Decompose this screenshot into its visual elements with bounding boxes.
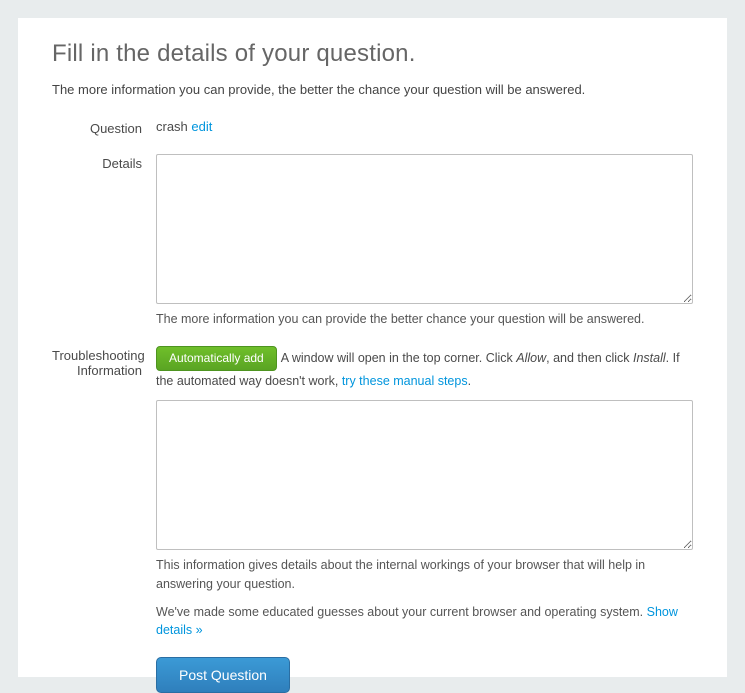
question-text: crash xyxy=(156,119,188,134)
page-title: Fill in the details of your question. xyxy=(52,40,693,68)
question-label: Question xyxy=(52,119,156,136)
install-emphasis: Install xyxy=(633,351,666,365)
page-subhead: The more information you can provide, th… xyxy=(52,82,693,97)
troubleshooting-instructions: Automatically addA window will open in t… xyxy=(156,346,693,392)
troubleshooting-label: Troubleshooting Information xyxy=(52,346,156,693)
question-row: Question crash edit xyxy=(52,119,693,136)
troubleshooting-hint-2: We've made some educated guesses about y… xyxy=(156,603,693,639)
edit-question-link[interactable]: edit xyxy=(191,119,212,134)
automatically-add-button[interactable]: Automatically add xyxy=(156,346,277,371)
form-card: Fill in the details of your question. Th… xyxy=(18,18,727,677)
troubleshooting-row: Troubleshooting Information Automaticall… xyxy=(52,346,693,693)
troubleshooting-textarea[interactable] xyxy=(156,400,693,550)
details-hint: The more information you can provide the… xyxy=(156,310,693,328)
manual-steps-link[interactable]: try these manual steps xyxy=(342,374,468,388)
details-row: Details The more information you can pro… xyxy=(52,154,693,328)
troubleshooting-hint-1: This information gives details about the… xyxy=(156,556,693,592)
allow-emphasis: Allow xyxy=(516,351,546,365)
post-question-button[interactable]: Post Question xyxy=(156,657,290,693)
details-label: Details xyxy=(52,154,156,328)
details-textarea[interactable] xyxy=(156,154,693,304)
